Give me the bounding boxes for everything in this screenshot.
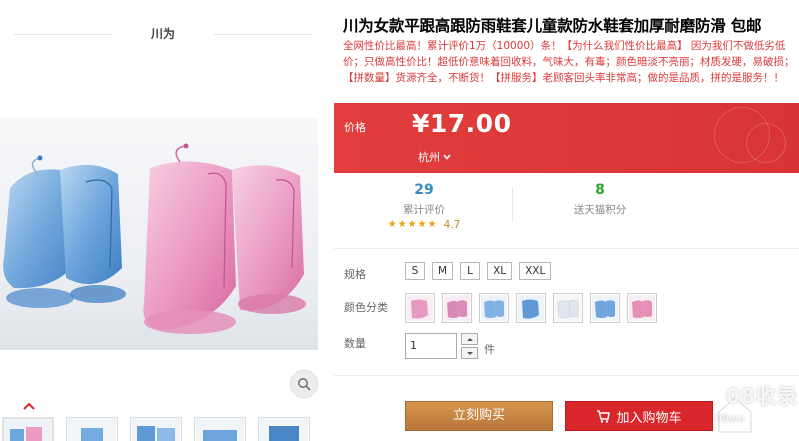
add-to-cart-label: 加入购物车 xyxy=(616,410,682,426)
size-option-xl[interactable]: XL xyxy=(487,262,513,280)
review-count-label: 累计评价 xyxy=(403,204,445,216)
main-product-image[interactable] xyxy=(0,118,318,350)
shipping-location-dropdown[interactable]: 杭州 xyxy=(418,149,451,165)
chevron-down-icon xyxy=(443,154,451,160)
magnifier-icon xyxy=(298,378,311,391)
watermark-text: 08收录 xyxy=(726,384,798,408)
add-to-cart-button[interactable]: 加入购物车 xyxy=(565,401,713,431)
cart-icon xyxy=(597,409,611,423)
star-icon: ★ xyxy=(397,219,407,230)
rating: ★ ★ ★ ★ ★ 4.7 xyxy=(344,219,504,231)
caret-up-icon xyxy=(466,337,473,341)
size-option-s[interactable]: S xyxy=(405,262,425,280)
location-text: 杭州 xyxy=(418,151,440,164)
divider xyxy=(214,34,312,35)
size-option-xxl[interactable]: XXL xyxy=(519,262,552,280)
star-icon: ★ xyxy=(407,219,417,230)
price-label: 价格 xyxy=(344,121,366,134)
color-option[interactable] xyxy=(627,293,657,323)
buy-now-button[interactable]: 立刻购买 xyxy=(405,401,553,431)
color-option[interactable] xyxy=(442,293,472,323)
thumbnail-item[interactable] xyxy=(194,417,246,441)
quantity-unit: 件 xyxy=(484,343,495,356)
size-options: S M L XL XXL xyxy=(405,262,552,280)
color-option[interactable] xyxy=(479,293,509,323)
points-label: 送天猫积分 xyxy=(573,204,627,216)
size-label: 规格 xyxy=(344,268,366,281)
thumbnail-strip xyxy=(2,417,320,441)
points-value: 8 xyxy=(595,182,605,198)
shoe-covers-illustration xyxy=(0,143,318,350)
blue-shoe-cover-swatch-icon xyxy=(518,295,544,321)
pink-shoe-cover-swatch-icon xyxy=(629,295,655,321)
thumbnail-item[interactable] xyxy=(2,417,54,441)
color-option[interactable] xyxy=(590,293,620,323)
review-count-stat[interactable]: 29 累计评价 ★ ★ ★ ★ ★ 4.7 xyxy=(344,182,504,231)
color-option[interactable] xyxy=(553,293,583,323)
thumbnail-item[interactable] xyxy=(258,417,310,441)
star-icon: ★ xyxy=(427,219,437,230)
decoration xyxy=(746,123,786,163)
zoom-button[interactable] xyxy=(290,370,318,398)
price-panel: 价格 ¥17.00 杭州 xyxy=(334,103,799,173)
caret-down-icon xyxy=(466,351,473,355)
color-label: 颜色分类 xyxy=(344,301,388,314)
color-option[interactable] xyxy=(516,293,546,323)
color-options xyxy=(405,293,657,323)
white-shoe-cover-swatch-icon xyxy=(555,295,581,321)
thumbnail-item[interactable] xyxy=(66,417,118,441)
divider xyxy=(512,188,513,222)
divider xyxy=(334,375,799,376)
points-stat: 8 送天猫积分 xyxy=(520,182,680,217)
blue-shoe-cover-swatch-icon xyxy=(592,295,618,321)
decrement-button[interactable] xyxy=(461,347,478,359)
review-count: 29 xyxy=(414,182,434,198)
rating-value: 4.7 xyxy=(443,219,461,231)
size-option-m[interactable]: M xyxy=(432,262,454,280)
product-title: 川为女款平跟高跟防雨鞋套儿童款防水鞋套加厚耐磨防滑 包邮 xyxy=(343,17,762,35)
star-icon: ★ xyxy=(387,219,397,230)
star-icon: ★ xyxy=(417,219,427,230)
product-gallery: 川为 xyxy=(0,0,326,441)
shop-header: 川为 xyxy=(14,24,312,44)
price-value: ¥17.00 xyxy=(412,109,512,138)
chevron-up-icon[interactable] xyxy=(22,400,36,412)
size-option-l[interactable]: L xyxy=(460,262,481,280)
product-subtitle: 全网性价比最高！累计评价1万（10000）条！【为什么我们性价比最高】 因为我们… xyxy=(343,40,795,84)
quantity-stepper: 1 xyxy=(405,333,478,359)
pink-shoe-cover-swatch-icon xyxy=(407,295,433,321)
pink-shoe-cover-swatch-icon xyxy=(444,295,470,321)
quantity-label: 数量 xyxy=(344,337,366,350)
thumbnail-item[interactable] xyxy=(130,417,182,441)
blue-shoe-cover-swatch-icon xyxy=(481,295,507,321)
watermark-subtext: 08wo xyxy=(715,412,745,425)
stats-bar: 29 累计评价 ★ ★ ★ ★ ★ 4.7 8 送天猫积分 xyxy=(344,182,674,242)
divider xyxy=(334,248,799,249)
quantity-input[interactable]: 1 xyxy=(405,333,457,359)
color-option[interactable] xyxy=(405,293,435,323)
increment-button[interactable] xyxy=(461,333,478,345)
